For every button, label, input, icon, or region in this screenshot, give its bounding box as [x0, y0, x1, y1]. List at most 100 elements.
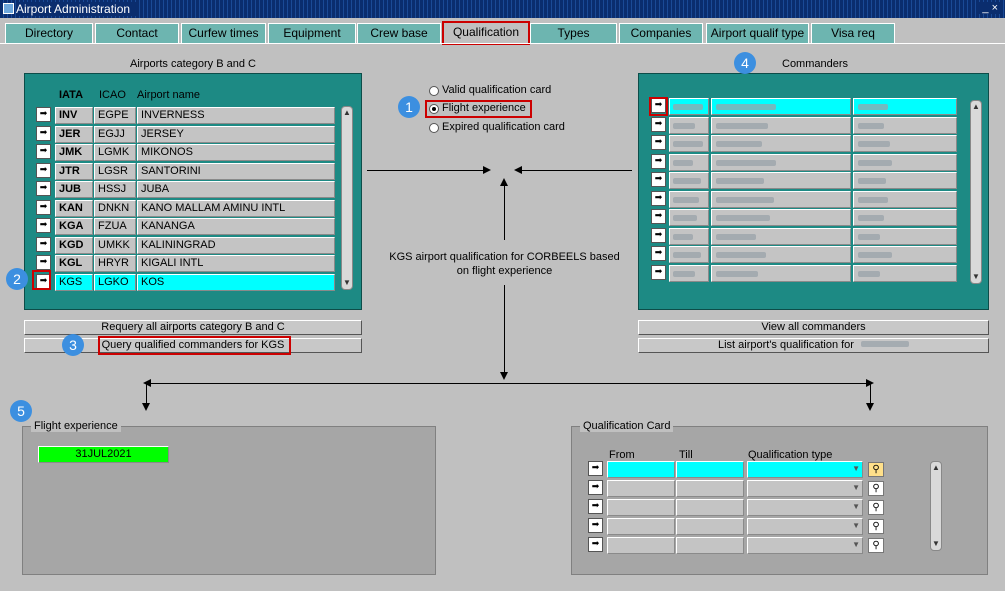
commander-firstname-cell[interactable]	[853, 264, 957, 282]
row-pointer-icon[interactable]: ➡	[36, 236, 51, 252]
iata-cell[interactable]: KGL	[55, 255, 93, 272]
commander-name-cell[interactable]	[711, 190, 851, 208]
iata-cell[interactable]: KGA	[55, 218, 93, 235]
row-pointer-icon[interactable]: ➡	[36, 255, 51, 270]
chevron-down-icon[interactable]: ▼	[852, 462, 860, 476]
commander-code-cell[interactable]	[669, 153, 709, 171]
commander-code-cell[interactable]	[669, 190, 709, 208]
till-date-cell[interactable]	[676, 461, 744, 478]
iata-cell[interactable]: JUB	[55, 181, 93, 198]
row-pointer-icon[interactable]: ➡	[651, 153, 666, 169]
commander-firstname-cell[interactable]	[853, 153, 957, 171]
airport-name-cell[interactable]: KOS	[137, 273, 335, 291]
tab-visa-req[interactable]: Visa req	[811, 23, 895, 43]
iata-cell[interactable]: JER	[55, 125, 93, 143]
radio-button[interactable]	[429, 86, 439, 96]
till-date-cell[interactable]	[676, 480, 744, 497]
airport-name-cell[interactable]: KANANGA	[137, 218, 335, 235]
airport-name-cell[interactable]: JERSEY	[137, 125, 335, 143]
commander-firstname-cell[interactable]	[853, 116, 957, 134]
commander-firstname-cell[interactable]	[853, 135, 957, 152]
airport-name-cell[interactable]: MIKONOS	[137, 144, 335, 161]
commander-code-cell[interactable]	[669, 116, 709, 134]
tab-airport-qualif-type[interactable]: Airport qualif type	[706, 23, 809, 43]
tab-qualification[interactable]: Qualification	[442, 21, 530, 45]
scroll-up-icon[interactable]: ▲	[932, 464, 940, 472]
commander-name-cell[interactable]	[711, 98, 851, 115]
commander-name-cell[interactable]	[711, 227, 851, 245]
view-all-commanders-button[interactable]: View all commanders	[638, 320, 989, 335]
airport-name-cell[interactable]: INVERNESS	[137, 107, 335, 124]
from-date-cell[interactable]	[607, 518, 675, 535]
qualification-type-select[interactable]: ▼	[747, 480, 863, 497]
row-pointer-icon[interactable]: ➡	[588, 537, 603, 552]
commander-name-cell[interactable]	[711, 246, 851, 263]
commander-code-cell[interactable]	[669, 135, 709, 152]
airport-name-cell[interactable]: KALININGRAD	[137, 236, 335, 254]
row-pointer-icon[interactable]: ➡	[651, 116, 666, 132]
from-date-cell[interactable]	[607, 480, 675, 497]
row-pointer-icon[interactable]: ➡	[588, 480, 603, 495]
icao-cell[interactable]: EGPE	[94, 107, 136, 124]
qualification-card-scrollbar[interactable]: ▲ ▼	[930, 461, 942, 551]
row-pointer-icon[interactable]: ➡	[36, 199, 51, 215]
chevron-down-icon[interactable]: ▼	[852, 481, 860, 495]
tab-companies[interactable]: Companies	[619, 23, 703, 43]
scroll-down-icon[interactable]: ▼	[932, 540, 940, 548]
row-pointer-icon[interactable]: ➡	[36, 162, 51, 178]
scroll-up-icon[interactable]: ▲	[972, 103, 980, 111]
window-controls[interactable]: _ ×	[979, 2, 1001, 14]
row-pointer-icon[interactable]: ➡	[651, 190, 666, 206]
airports-scrollbar[interactable]: ▲ ▼	[341, 106, 353, 290]
icao-cell[interactable]: FZUA	[94, 218, 136, 235]
iata-cell[interactable]: KAN	[55, 199, 93, 217]
row-pointer-icon[interactable]: ➡	[36, 125, 51, 141]
commander-firstname-cell[interactable]	[853, 172, 957, 189]
tab-contact[interactable]: Contact	[95, 23, 179, 43]
icao-cell[interactable]: EGJJ	[94, 125, 136, 143]
commander-code-cell[interactable]	[669, 172, 709, 189]
commander-firstname-cell[interactable]	[853, 190, 957, 208]
commander-firstname-cell[interactable]	[853, 246, 957, 263]
from-date-cell[interactable]	[607, 537, 675, 554]
row-pointer-icon[interactable]: ➡	[651, 172, 666, 187]
icao-cell[interactable]: DNKN	[94, 199, 136, 217]
radio-button[interactable]	[429, 123, 439, 133]
airport-name-cell[interactable]: KIGALI INTL	[137, 255, 335, 272]
chevron-down-icon[interactable]: ▼	[852, 500, 860, 514]
flight-experience-date[interactable]: 31JUL2021	[38, 446, 169, 463]
till-date-cell[interactable]	[676, 518, 744, 535]
row-pointer-icon[interactable]: ➡	[651, 209, 666, 224]
chevron-down-icon[interactable]: ▼	[852, 538, 860, 552]
icao-cell[interactable]: LGKO	[94, 273, 136, 291]
lookup-icon[interactable]: ⚲	[868, 519, 884, 534]
commander-name-cell[interactable]	[711, 135, 851, 152]
row-pointer-icon[interactable]: ➡	[36, 107, 51, 122]
tab-types[interactable]: Types	[530, 23, 617, 43]
icao-cell[interactable]: LGSR	[94, 162, 136, 180]
scroll-up-icon[interactable]: ▲	[343, 109, 351, 117]
iata-cell[interactable]: JTR	[55, 162, 93, 180]
from-date-cell[interactable]	[607, 461, 675, 478]
commander-firstname-cell[interactable]	[853, 209, 957, 226]
qualification-type-select[interactable]: ▼	[747, 499, 863, 516]
commander-code-cell[interactable]	[669, 264, 709, 282]
tab-curfew-times[interactable]: Curfew times	[181, 23, 266, 43]
commander-name-cell[interactable]	[711, 153, 851, 171]
from-date-cell[interactable]	[607, 499, 675, 516]
tab-equipment[interactable]: Equipment	[268, 23, 356, 43]
till-date-cell[interactable]	[676, 499, 744, 516]
commander-name-cell[interactable]	[711, 209, 851, 226]
row-pointer-icon[interactable]: ➡	[36, 144, 51, 159]
airport-name-cell[interactable]: JUBA	[137, 181, 335, 198]
iata-cell[interactable]: KGS	[55, 273, 93, 291]
commander-firstname-cell[interactable]	[853, 227, 957, 245]
icao-cell[interactable]: HRYR	[94, 255, 136, 272]
commander-name-cell[interactable]	[711, 172, 851, 189]
row-pointer-icon[interactable]: ➡	[588, 499, 603, 514]
commander-firstname-cell[interactable]	[853, 98, 957, 115]
row-pointer-icon[interactable]: ➡	[588, 518, 603, 533]
row-pointer-icon[interactable]: ➡	[588, 461, 603, 476]
row-pointer-icon[interactable]: ➡	[36, 181, 51, 196]
scroll-down-icon[interactable]: ▼	[343, 279, 351, 287]
